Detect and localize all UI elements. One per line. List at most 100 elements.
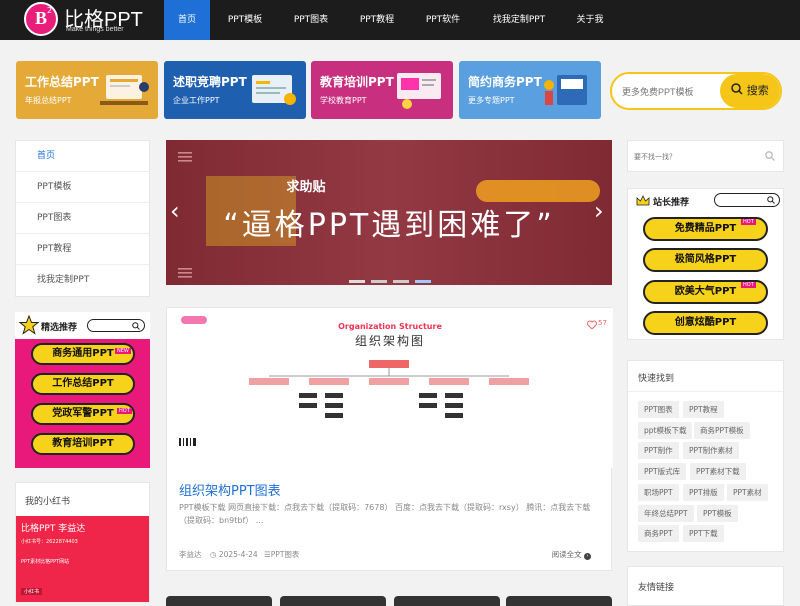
banner-work-summary[interactable]: 工作总结PPT 年报总结PPT bbox=[16, 61, 158, 119]
featured-item-party[interactable]: 党政军警PPT bbox=[31, 403, 135, 425]
featured-item-label: 党政军警PPT bbox=[52, 408, 114, 419]
sidebar-item-home[interactable]: 首页 bbox=[16, 141, 149, 172]
featured-item-label: 教育培训PPT bbox=[52, 438, 114, 449]
featured-item-education[interactable]: 教育培训PPT bbox=[31, 433, 135, 455]
slider-small-title: 求助贴 bbox=[286, 180, 326, 195]
post-card: Organization Structure 组织架构图 57 组织架构PPT图… bbox=[166, 307, 613, 571]
banner-title: 述职竞聘PPT bbox=[173, 75, 247, 89]
slider-dot-active[interactable] bbox=[415, 280, 431, 283]
nav-item-ppt-charts[interactable]: PPT图表 bbox=[284, 0, 338, 40]
tag-link[interactable]: 年终总结PPT bbox=[638, 505, 694, 522]
friend-links-panel: 友情链接 bbox=[627, 566, 784, 606]
nav-item-ppt-software[interactable]: PPT软件 bbox=[416, 0, 470, 40]
logo-badge-sup: 2 bbox=[47, 6, 53, 15]
xiaohongshu-name: 比格PPT 李益达 bbox=[21, 524, 86, 534]
station-item-creative[interactable]: 创意炫酷PPT bbox=[643, 311, 768, 335]
tag-link[interactable]: PPT版式库 bbox=[638, 463, 687, 480]
tag-link[interactable]: 职场PPT bbox=[638, 484, 679, 501]
search-box: 搜索 bbox=[610, 72, 782, 110]
banner-education[interactable]: 教育培训PPT 学校教育PPT bbox=[311, 61, 453, 119]
tag-link[interactable]: PPT制作素材 bbox=[683, 442, 739, 459]
nav-item-about[interactable]: 关于我 bbox=[568, 0, 612, 40]
clock-icon: ◷ bbox=[209, 550, 217, 559]
tag-link[interactable]: PPT素材下载 bbox=[690, 463, 746, 480]
slider-dot[interactable] bbox=[393, 280, 409, 283]
quick-find-title: 快速找到 bbox=[638, 374, 675, 384]
next-post-thumb[interactable] bbox=[166, 596, 272, 606]
banner-debriefing[interactable]: 述职竞聘PPT 企业工作PPT bbox=[164, 61, 306, 119]
tag-link[interactable]: PPT下载 bbox=[683, 525, 724, 542]
new-badge: NEW bbox=[115, 348, 131, 354]
featured-item-summary[interactable]: 工作总结PPT bbox=[31, 373, 135, 395]
tag-link[interactable]: 商务PPT bbox=[638, 525, 679, 542]
right-search-panel bbox=[627, 140, 784, 172]
tag-link[interactable]: PPT制作 bbox=[638, 442, 679, 459]
xiaohongshu-card[interactable]: 比格PPT 李益达 小红书号：2622874403 PPT素材比格PPT网站 小… bbox=[16, 516, 149, 602]
right-search-input[interactable] bbox=[634, 150, 754, 164]
tag-link[interactable]: 商务PPT模板 bbox=[694, 422, 750, 439]
banner-subtitle: 更多专题PPT bbox=[468, 96, 515, 105]
arrow-circle-icon: › bbox=[584, 553, 591, 560]
tag-link[interactable]: ppt模板下载 bbox=[638, 422, 693, 439]
slider-main-text: “逼格PPT遇到困难了” bbox=[223, 208, 555, 243]
slider-dot[interactable] bbox=[371, 280, 387, 283]
menu-lines-icon bbox=[178, 268, 192, 278]
hot-badge: HOT bbox=[741, 282, 756, 288]
post-date: 2025-4-24 bbox=[218, 550, 258, 559]
org-chart-illustration bbox=[249, 360, 529, 418]
likes-count: 57 bbox=[598, 319, 607, 327]
thumb-title-en: Organization Structure bbox=[338, 322, 442, 331]
slider-dot[interactable] bbox=[349, 280, 365, 283]
nav-item-ppt-templates[interactable]: PPT模板 bbox=[218, 0, 272, 40]
menu-lines-icon bbox=[178, 152, 192, 162]
xiaohongshu-id: 小红书号：2622874403 bbox=[21, 539, 78, 545]
station-search-field[interactable] bbox=[714, 193, 780, 207]
post-category[interactable]: PPT图表 bbox=[271, 550, 300, 559]
xiaohongshu-tag: 小红书 bbox=[21, 588, 43, 595]
post-meta: 李益达 ◷ 2025-4-24 ☰PPT图表 bbox=[179, 549, 299, 560]
featured-item-label: 商务通用PPT bbox=[52, 348, 114, 359]
tag-link[interactable]: PPT图表 bbox=[638, 401, 679, 418]
post-author[interactable]: 李益达 bbox=[179, 550, 202, 559]
site-logo[interactable]: B 2 比格PPT Make things better bbox=[24, 0, 144, 40]
tag-link[interactable]: PPT排版 bbox=[683, 484, 724, 501]
slider-next-arrow[interactable]: › bbox=[594, 197, 604, 225]
featured-panel: 精选推荐 商务通用PPT 工作总结PPT 党政军警PPT 教育培训PPT NEW… bbox=[15, 312, 150, 468]
nav-item-home[interactable]: 首页 bbox=[164, 0, 210, 40]
featured-item-business[interactable]: 商务通用PPT bbox=[31, 343, 135, 365]
banner-subtitle: 企业工作PPT bbox=[173, 96, 220, 105]
search-button[interactable]: 搜索 bbox=[720, 74, 780, 108]
featured-search-field[interactable] bbox=[87, 319, 145, 332]
sidebar-item-ppt-charts[interactable]: PPT图表 bbox=[16, 203, 149, 234]
banner-title: 工作总结PPT bbox=[25, 75, 99, 89]
read-more-link[interactable]: 阅读全文 › bbox=[552, 549, 591, 560]
post-thumbnail[interactable]: Organization Structure 组织架构图 57 bbox=[167, 308, 613, 468]
search-icon bbox=[767, 196, 775, 204]
heart-icon[interactable] bbox=[587, 320, 597, 329]
sidebar-item-custom-ppt[interactable]: 找我定制PPT bbox=[16, 265, 149, 296]
list-icon: ☰ bbox=[264, 550, 271, 559]
station-item-minimal[interactable]: 极简风格PPT bbox=[643, 248, 768, 272]
office-illustration-icon bbox=[100, 75, 149, 105]
tag-link[interactable]: PPT教程 bbox=[683, 401, 724, 418]
next-post-thumb[interactable] bbox=[280, 596, 386, 606]
xiaohongshu-title: 我的小红书 bbox=[25, 497, 71, 507]
nav-item-custom-ppt[interactable]: 找我定制PPT bbox=[484, 0, 554, 40]
search-input[interactable] bbox=[622, 83, 722, 101]
thumb-title-cn: 组织架构图 bbox=[354, 334, 425, 348]
report-illustration-icon bbox=[252, 75, 296, 105]
next-post-thumb[interactable] bbox=[506, 596, 612, 606]
post-excerpt: PPT模板下载 网页直接下载：点我去下载（提取码：7678） 百度：点我去下载（… bbox=[179, 503, 591, 525]
sidebar-item-ppt-tutorials[interactable]: PPT教程 bbox=[16, 234, 149, 265]
tag-link[interactable]: PPT素材 bbox=[727, 484, 768, 501]
slider-prev-arrow[interactable]: ‹ bbox=[170, 197, 180, 225]
tag-link[interactable]: PPT模板 bbox=[697, 505, 738, 522]
search-icon[interactable] bbox=[765, 151, 775, 161]
banner-business[interactable]: 简约商务PPT 更多专题PPT bbox=[459, 61, 601, 119]
nav-item-ppt-tutorials[interactable]: PPT教程 bbox=[350, 0, 404, 40]
crown-icon bbox=[636, 195, 650, 206]
next-post-thumb[interactable] bbox=[394, 596, 500, 606]
post-title[interactable]: 组织架构PPT图表 bbox=[179, 480, 281, 499]
hot-badge: HOT bbox=[741, 219, 756, 225]
logo-slogan: Make things better bbox=[66, 26, 124, 33]
